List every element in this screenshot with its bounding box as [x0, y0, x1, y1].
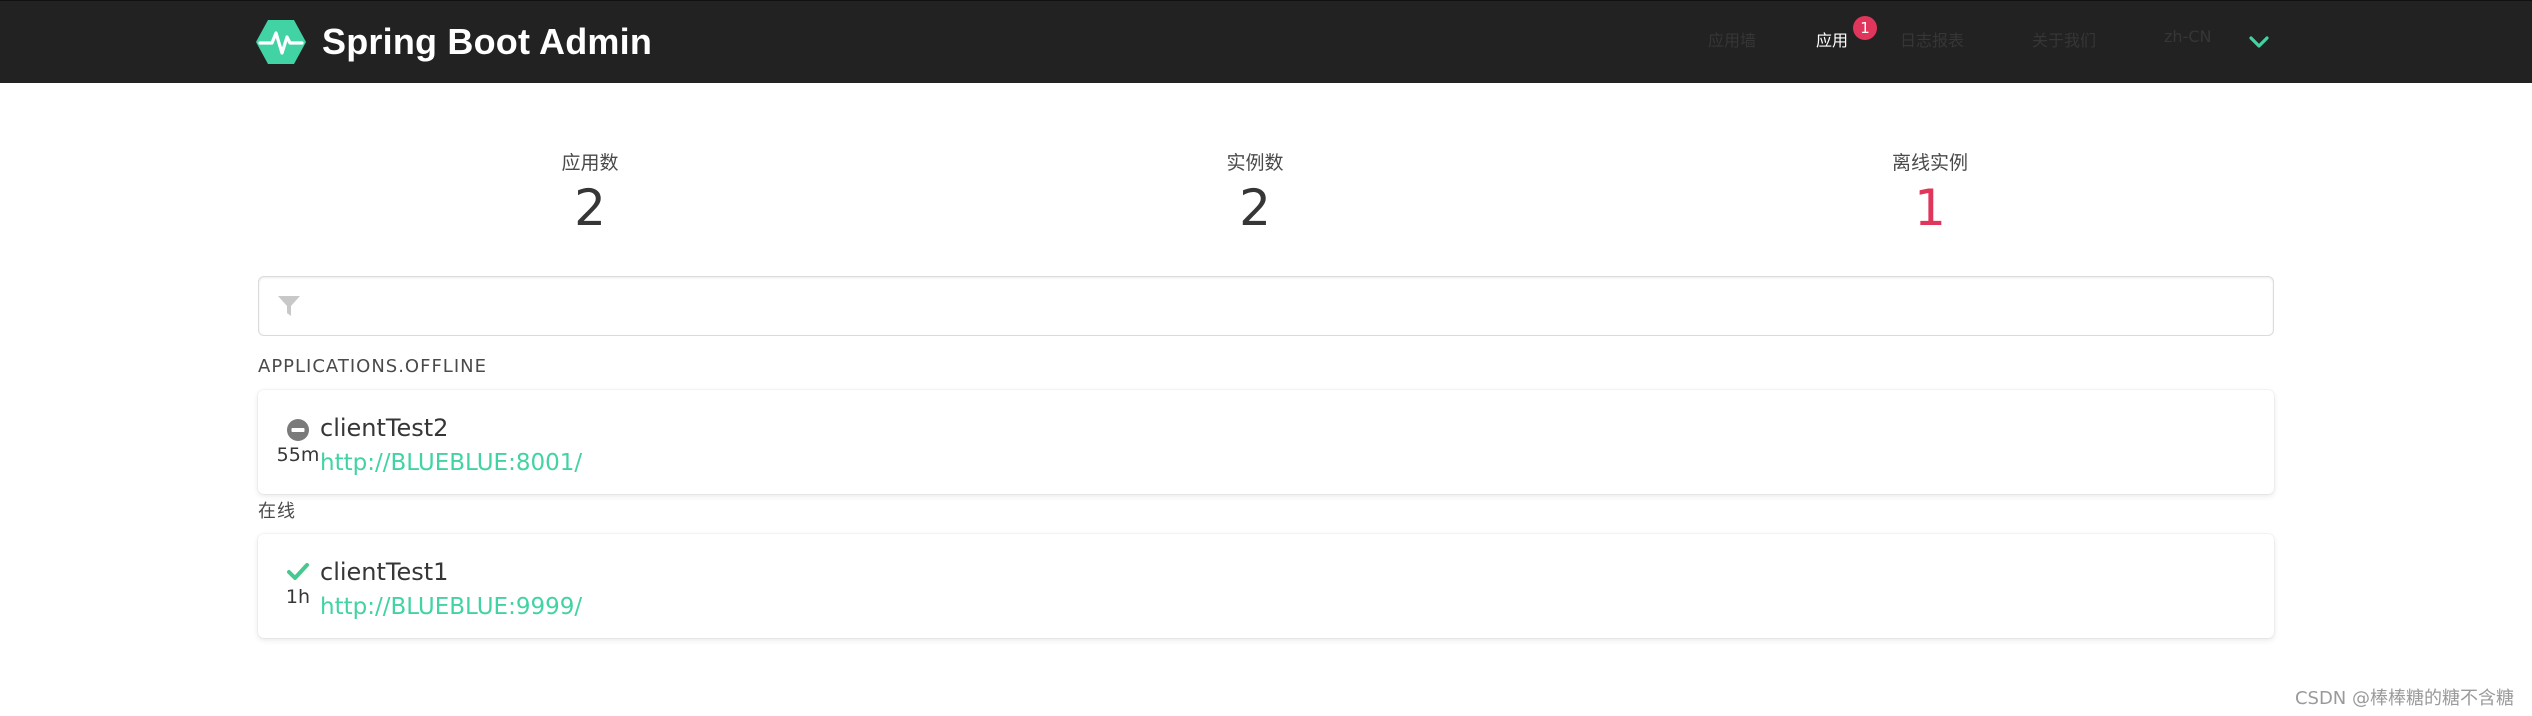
- application-url-link[interactable]: http://BLUEBLUE:9999/: [320, 594, 582, 620]
- brand-name: Spring Boot Admin: [322, 21, 653, 62]
- application-url-link[interactable]: http://BLUEBLUE:8001/: [320, 450, 582, 476]
- brand-link[interactable]: Spring Boot Admin: [256, 19, 652, 65]
- application-name: clientTest1: [320, 558, 449, 586]
- stat-value: 1: [1914, 179, 1946, 237]
- stat-instances: 实例数 2: [1105, 150, 1405, 238]
- navbar: Spring Boot Admin 应用墙 应用 1 日志报表 关于我们 zh-…: [0, 0, 2532, 83]
- chevron-down-icon[interactable]: [2248, 35, 2270, 49]
- status-since: 1h: [285, 586, 311, 608]
- group-title-offline: APPLICATIONS.OFFLINE: [258, 356, 487, 377]
- filter-box: [258, 276, 2274, 336]
- watermark-text: CSDN @棒棒糖的糖不含糖: [2294, 688, 2514, 709]
- group-title-online: 在线: [258, 501, 296, 522]
- stat-label: 应用数: [561, 152, 619, 174]
- filter-input[interactable]: [315, 285, 2259, 327]
- stat-value: 2: [574, 179, 606, 237]
- stat-label: 实例数: [1226, 152, 1284, 174]
- nav-item-applications[interactable]: 应用: [1816, 27, 1848, 51]
- nav-item-about[interactable]: 关于我们: [2032, 27, 2096, 51]
- check-icon: [287, 563, 309, 580]
- spring-boot-admin-logo-icon: [256, 20, 306, 64]
- application-card-clientTest1[interactable]: 1h clientTest1 http://BLUEBLUE:9999/: [258, 534, 2274, 638]
- nav-item-journal[interactable]: 日志报表: [1900, 27, 1964, 51]
- language-selector[interactable]: zh-CN: [2164, 27, 2211, 46]
- status-since: 55m: [276, 444, 320, 466]
- stat-label: 离线实例: [1891, 152, 1968, 174]
- application-card-clientTest2[interactable]: 55m clientTest2 http://BLUEBLUE:8001/: [258, 390, 2274, 494]
- applications-notification-badge: 1: [1853, 16, 1877, 40]
- application-name: clientTest2: [320, 414, 449, 442]
- nav-item-wallboard[interactable]: 应用墙: [1708, 27, 1756, 51]
- stat-value: 2: [1239, 179, 1271, 237]
- stat-applications: 应用数 2: [440, 150, 740, 238]
- stat-offline-instances: 离线实例 1: [1780, 150, 2080, 238]
- filter-icon: [278, 296, 300, 316]
- minus-circle-icon: [287, 419, 309, 441]
